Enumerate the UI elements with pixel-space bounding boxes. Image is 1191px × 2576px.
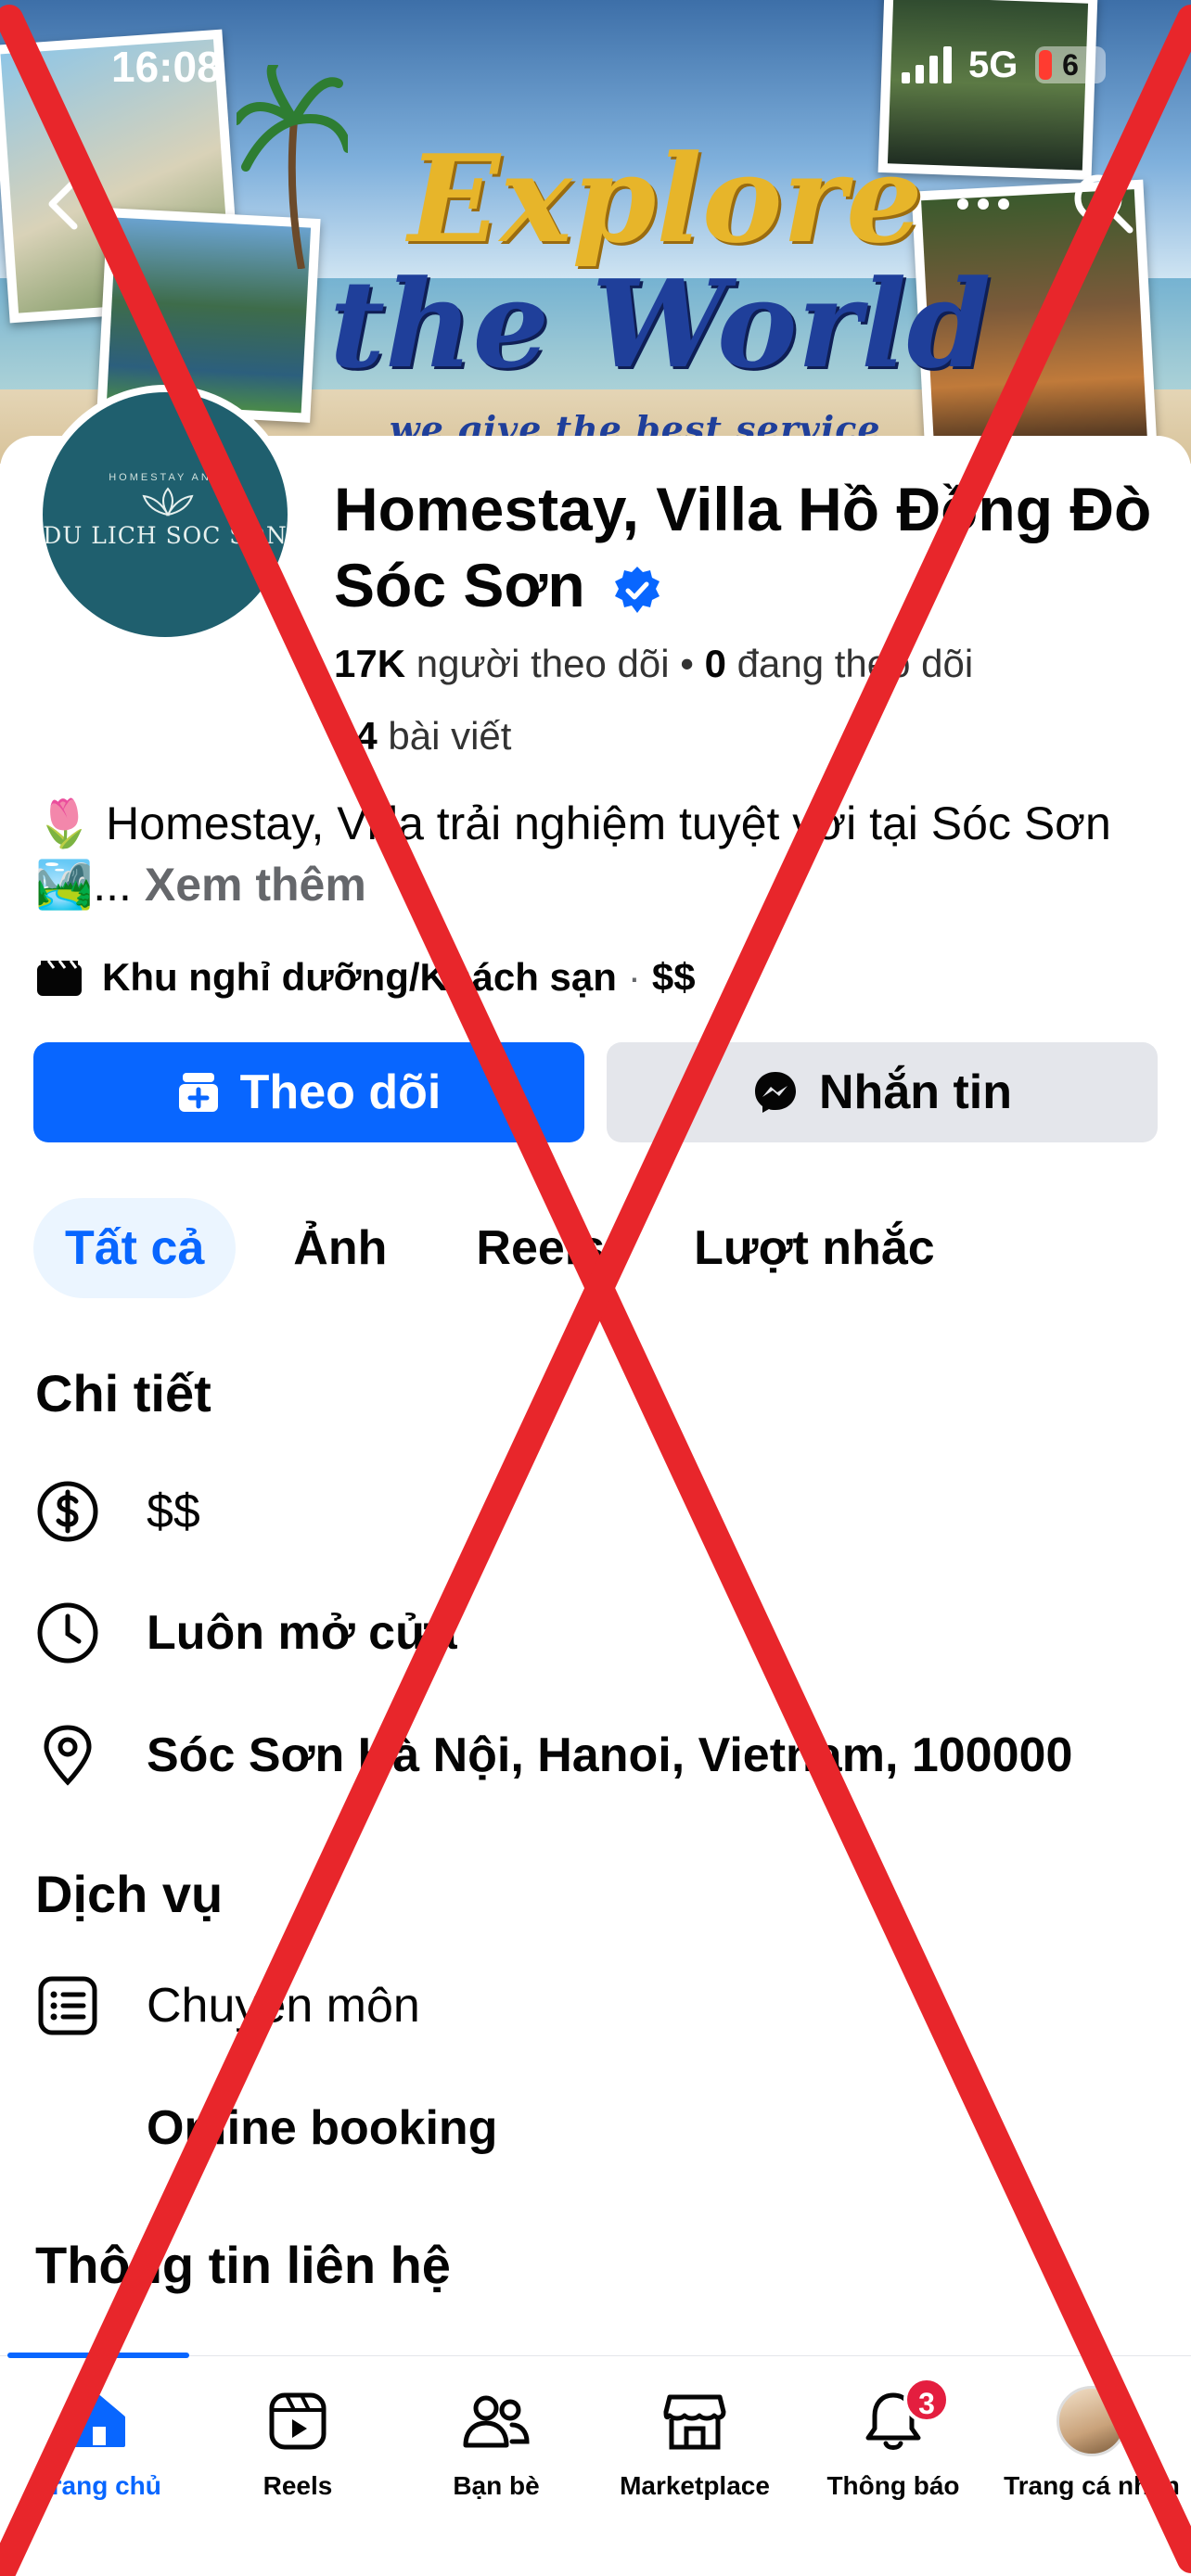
profile-tabs: Tất cả Ảnh Reels Lượt nhắc	[33, 1198, 992, 1298]
category-price: $$	[651, 955, 696, 999]
detail-address: Sóc Sơn Hà Nội, Hanoi, Vietnam, 100000	[147, 1728, 1073, 1782]
detail-hours: Luôn mở cửa	[147, 1606, 457, 1660]
reels-icon	[269, 2392, 327, 2450]
contact-title: Thông tin liên hệ	[35, 2236, 451, 2294]
details-title: Chi tiết	[35, 1364, 211, 1422]
following-count: 0	[704, 642, 726, 685]
battery-level: 6	[1062, 48, 1079, 82]
lotus-icon	[142, 487, 194, 516]
search-icon[interactable]	[1067, 167, 1141, 241]
detail-price-row: $$	[35, 1470, 1176, 1553]
service-row-expertise: Chuyên môn	[35, 1964, 1176, 2047]
tab-reels[interactable]: Reels	[444, 1198, 636, 1298]
nav-home[interactable]: Trang chủ	[0, 2375, 198, 2501]
bio-emoji-landscape: 🏞️	[35, 859, 94, 911]
service-expertise: Chuyên môn	[147, 1979, 420, 2033]
nav-notifications-label: Thông báo	[826, 2471, 960, 2500]
battery-icon: 6	[1035, 46, 1106, 83]
clock-icon	[37, 1602, 98, 1664]
nav-profile[interactable]: Trang cá nhân	[992, 2375, 1191, 2501]
status-time: 16:08	[111, 43, 221, 91]
page-title: Homestay, Villa Hồ Đồng Đò Sóc Sơn	[334, 471, 1169, 623]
page-avatar[interactable]: HOMESTAY AND DU LICH SOC SON	[35, 385, 295, 644]
friends-icon	[463, 2395, 530, 2448]
list-icon	[38, 1976, 97, 2035]
nav-reels-label: Reels	[263, 2471, 333, 2500]
tab-photos[interactable]: Ảnh	[262, 1198, 418, 1298]
service-online-booking: Online booking	[147, 2101, 498, 2155]
followers-label: người theo dõi •	[405, 642, 705, 685]
location-pin-icon	[44, 1725, 92, 1786]
nav-friends-label: Bạn bè	[453, 2471, 540, 2500]
nav-friends[interactable]: Bạn bè	[397, 2375, 596, 2501]
avatar-subtext: HOMESTAY AND	[109, 472, 222, 483]
more-options-icon[interactable]	[946, 167, 1020, 241]
nav-home-label: Trang chủ	[37, 2471, 161, 2500]
nav-notifications[interactable]: 3 Thông báo	[794, 2375, 992, 2501]
avatar-brand-text: DU LICH SOC SON	[43, 522, 288, 549]
followers-count: 17K	[334, 642, 406, 685]
detail-price: $$	[147, 1485, 200, 1538]
message-button[interactable]: Nhắn tin	[607, 1042, 1158, 1142]
page-name-text: Homestay, Villa Hồ Đồng Đò Sóc Sơn	[334, 475, 1152, 619]
posts-label: bài viết	[377, 714, 512, 758]
signal-icon	[902, 46, 952, 83]
category-label: Khu nghỉ dưỡng/Khách sạn	[102, 955, 617, 999]
page-bio: 🌷 Homestay, Villa trải nghiệm tuyệt vời …	[35, 793, 1167, 915]
detail-address-row[interactable]: Sóc Sơn Hà Nội, Hanoi, Vietnam, 100000	[35, 1714, 1176, 1797]
home-icon	[73, 2395, 125, 2447]
follow-stats[interactable]: 17K người theo dõi • 0 đang theo dõi	[334, 640, 973, 688]
back-icon[interactable]	[28, 167, 102, 241]
services-title: Dịch vụ	[35, 1865, 224, 1923]
follow-icon	[178, 1073, 218, 1112]
nav-reels[interactable]: Reels	[198, 2375, 397, 2501]
bio-text: Homestay, Villa trải nghiệm tuyệt vời tạ…	[93, 797, 1111, 849]
service-row-booking: Online booking	[35, 2086, 1176, 2170]
network-type: 5G	[968, 45, 1018, 85]
following-label: đang theo dõi	[725, 642, 974, 685]
cover-headline-world: the World	[329, 253, 992, 395]
verified-badge-icon[interactable]	[611, 565, 663, 617]
nav-marketplace[interactable]: Marketplace	[596, 2375, 794, 2501]
see-more-link[interactable]: Xem thêm	[145, 859, 366, 911]
profile-avatar	[1057, 2386, 1127, 2456]
tab-mentions[interactable]: Lượt nhắc	[662, 1198, 967, 1298]
nav-marketplace-label: Marketplace	[620, 2471, 770, 2500]
tab-all[interactable]: Tất cả	[33, 1198, 237, 1298]
category-separator: ·	[627, 955, 641, 999]
bottom-navigation: Trang chủ Reels Bạn bè Marketplace 3 Thô…	[0, 2353, 1191, 2576]
marketplace-icon	[663, 2394, 726, 2450]
notification-badge: 3	[903, 2377, 950, 2423]
posts-count: 24	[334, 714, 378, 758]
dollar-icon	[37, 1481, 98, 1542]
clapperboard-icon	[37, 960, 82, 996]
bio-ellipsis: ...	[93, 859, 145, 911]
status-bar: 16:08 5G 6	[0, 0, 1191, 130]
message-label: Nhắn tin	[819, 1065, 1012, 1119]
nav-active-indicator	[7, 2353, 189, 2358]
nav-profile-label: Trang cá nhân	[1004, 2471, 1180, 2500]
bio-emoji-tulip: 🌷	[35, 797, 94, 849]
cover-headline-explore: Explore	[408, 128, 923, 270]
follow-button[interactable]: Theo dõi	[33, 1042, 584, 1142]
page-category: Khu nghỉ dưỡng/Khách sạn · $$	[35, 955, 696, 1000]
posts-stat: 24 bài viết	[334, 712, 511, 760]
messenger-icon	[755, 1072, 796, 1113]
follow-label: Theo dõi	[239, 1065, 442, 1119]
detail-hours-row: Luôn mở cửa	[35, 1591, 1176, 1675]
